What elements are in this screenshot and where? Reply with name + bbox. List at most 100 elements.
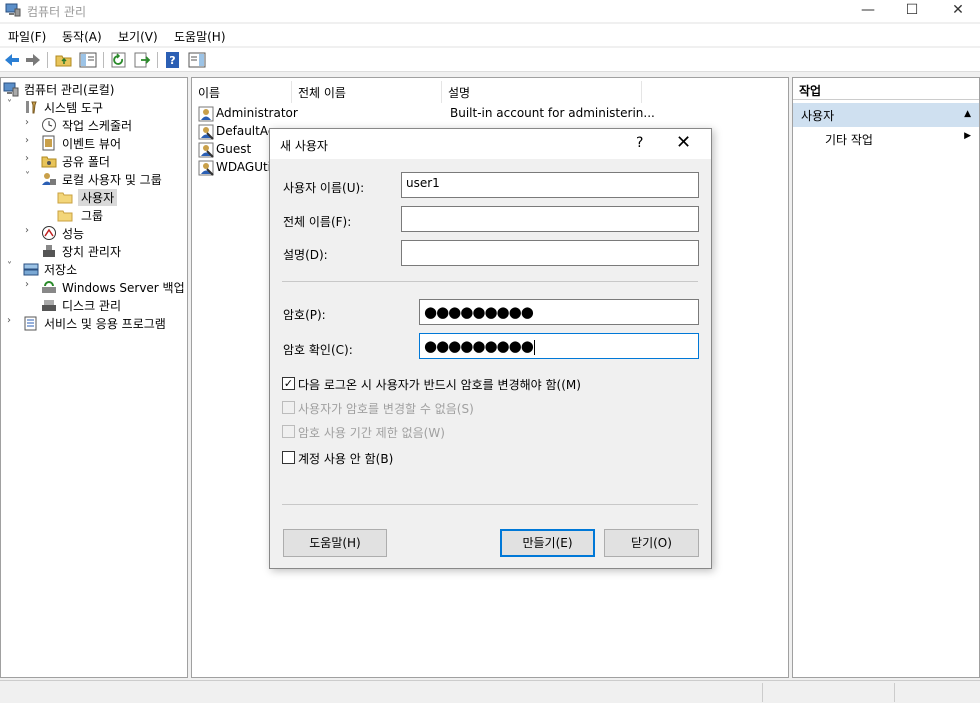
checkbox-box[interactable]: ✓ <box>282 377 295 390</box>
tree-item-windows-server-backup[interactable]: › Windows Server 백업 <box>25 278 187 296</box>
password-field[interactable]: ●●●●●●●●● <box>419 299 699 325</box>
toolbar-separator <box>157 52 158 68</box>
expander-icon[interactable]: › <box>25 225 35 236</box>
tree-item-disk-management[interactable]: 디스크 관리 <box>41 296 181 314</box>
tree-item-groups[interactable]: 그룹 <box>57 206 177 224</box>
table-row[interactable]: Guest <box>198 141 268 159</box>
computer-icon <box>3 82 19 97</box>
action-more-actions[interactable]: 기타 작업 ▶ <box>825 131 975 151</box>
tree-item-storage[interactable]: ˅ 저장소 <box>7 260 187 278</box>
disk-icon <box>42 300 56 311</box>
tree-item-users[interactable]: 사용자 <box>57 188 177 206</box>
toolbar-separator <box>47 52 48 68</box>
checkbox-box[interactable] <box>282 425 295 438</box>
table-row[interactable]: DefaultAc <box>198 123 274 141</box>
tree-item-label: 시스템 도구 <box>44 101 104 115</box>
device-manager-icon <box>43 245 55 257</box>
disabled-user-icon <box>198 160 214 176</box>
expander-icon[interactable]: › <box>25 153 35 164</box>
username-value: user1 <box>406 176 440 190</box>
tree-item-label: 그룹 <box>81 209 104 223</box>
menu-help[interactable]: 도움말(H) <box>174 28 226 45</box>
confirm-password-field[interactable]: ●●●●●●●●● <box>419 333 699 359</box>
confirm-password-label: 암호 확인(C): <box>283 343 353 357</box>
disabled-user-icon <box>198 142 214 158</box>
expander-icon[interactable]: ˅ <box>25 171 35 182</box>
create-button[interactable]: 만들기(E) <box>500 529 595 557</box>
tree-item-device-manager[interactable]: 장치 관리자 <box>41 242 181 260</box>
status-segment <box>762 683 763 702</box>
tree-item-label: 성능 <box>62 227 85 241</box>
expander-icon[interactable]: › <box>25 279 35 290</box>
back-icon[interactable] <box>3 51 21 69</box>
status-segment <box>894 683 895 702</box>
submenu-arrow-icon: ▶ <box>964 131 971 141</box>
expander-icon[interactable]: ˅ <box>7 99 17 110</box>
tree-item-label: 공유 폴더 <box>62 155 110 169</box>
refresh-icon[interactable] <box>110 51 128 69</box>
action-pane-toggle-icon[interactable] <box>188 51 206 69</box>
checkbox-password-never-expires[interactable]: 암호 사용 기간 제한 없음(W) <box>282 423 462 441</box>
tree-item-label: 작업 스케줄러 <box>62 119 133 133</box>
checkbox-label: 암호 사용 기간 제한 없음(W) <box>298 426 445 440</box>
svg-text:?: ? <box>169 54 175 67</box>
checkbox-box[interactable] <box>282 451 295 464</box>
description-field[interactable] <box>401 240 699 266</box>
dialog-close-button[interactable]: ✕ <box>676 132 691 153</box>
minimize-button[interactable]: — <box>846 0 890 22</box>
password-value: ●●●●●●●●● <box>424 303 534 321</box>
maximize-button[interactable]: ☐ <box>890 0 934 22</box>
fullname-field[interactable] <box>401 206 699 232</box>
close-button[interactable]: 닫기(O) <box>604 529 699 557</box>
tree-item-label: 디스크 관리 <box>62 299 122 313</box>
checkbox-label: 다음 로그온 시 사용자가 반드시 암호를 변경해야 함((M) <box>298 378 581 392</box>
expander-icon[interactable]: ˅ <box>7 261 17 272</box>
tree-item-label: 로컬 사용자 및 그룹 <box>62 173 162 187</box>
export-list-icon[interactable] <box>133 51 151 69</box>
username-field[interactable]: user1 <box>401 172 699 198</box>
console-tree: 컴퓨터 관리(로컬) ˅ 시스템 도구 › 작업 스케줄러 › 이벤트 뷰어 ›… <box>0 77 188 678</box>
help-button[interactable]: 도움말(H) <box>283 529 387 557</box>
tree-item-event-viewer[interactable]: › 이벤트 뷰어 <box>25 134 185 152</box>
menu-view[interactable]: 보기(V) <box>118 28 158 45</box>
folder-icon <box>57 210 73 222</box>
text-caret <box>533 340 535 355</box>
action-section-users[interactable]: 사용자 ▲ <box>793 103 979 127</box>
tools-icon <box>26 101 37 114</box>
checkbox-cannot-change-password[interactable]: 사용자가 암호를 변경할 수 없음(S) <box>282 399 492 417</box>
show-hide-tree-icon[interactable] <box>79 51 97 69</box>
checkbox-account-disabled[interactable]: 계정 사용 안 함(B) <box>282 449 402 467</box>
tree-item-system-tools[interactable]: ˅ 시스템 도구 <box>7 98 187 116</box>
menu-file[interactable]: 파일(F) <box>8 28 46 45</box>
tree-item-task-scheduler[interactable]: › 작업 스케줄러 <box>25 116 185 134</box>
shared-folder-icon <box>41 156 57 168</box>
table-row[interactable]: WDAGUtil <box>198 159 274 177</box>
title-bar: 컴퓨터 관리 — ☐ ✕ <box>0 0 980 22</box>
help-icon[interactable]: ? <box>164 51 182 69</box>
backup-icon <box>42 281 56 293</box>
tree-item-performance[interactable]: › 성능 <box>25 224 185 242</box>
tree-item-shared-folders[interactable]: › 공유 폴더 <box>25 152 185 170</box>
tree-item-computer-management[interactable]: 컴퓨터 관리(로컬) <box>3 80 183 98</box>
column-header-name[interactable]: 이름 <box>192 81 292 103</box>
checkbox-must-change-password[interactable]: ✓ 다음 로그온 시 사용자가 반드시 암호를 변경해야 함((M) <box>282 375 612 393</box>
dialog-help-button[interactable]: ? <box>636 135 643 151</box>
expander-icon[interactable]: › <box>7 315 17 326</box>
expander-icon[interactable]: › <box>25 117 35 128</box>
toolbar: ? <box>0 48 980 72</box>
tree-item-services-applications[interactable]: › 서비스 및 응용 프로그램 <box>7 314 187 332</box>
menu-action[interactable]: 동작(A) <box>62 28 102 45</box>
user-name: DefaultAc <box>216 124 275 138</box>
table-row[interactable]: Administrator Built-in account for admin… <box>198 105 778 123</box>
close-window-button[interactable]: ✕ <box>936 0 980 22</box>
checkbox-box[interactable] <box>282 401 295 414</box>
expander-icon[interactable]: › <box>25 135 35 146</box>
divider <box>282 504 698 505</box>
column-header-full-name[interactable]: 전체 이름 <box>292 81 442 103</box>
up-folder-icon[interactable] <box>55 51 73 69</box>
forward-icon[interactable] <box>24 51 42 69</box>
collapse-arrow-icon[interactable]: ▲ <box>964 109 971 119</box>
column-header-description[interactable]: 설명 <box>442 81 642 103</box>
tree-item-local-users-groups[interactable]: ˅ 로컬 사용자 및 그룹 <box>25 170 185 188</box>
event-viewer-icon <box>42 135 55 151</box>
